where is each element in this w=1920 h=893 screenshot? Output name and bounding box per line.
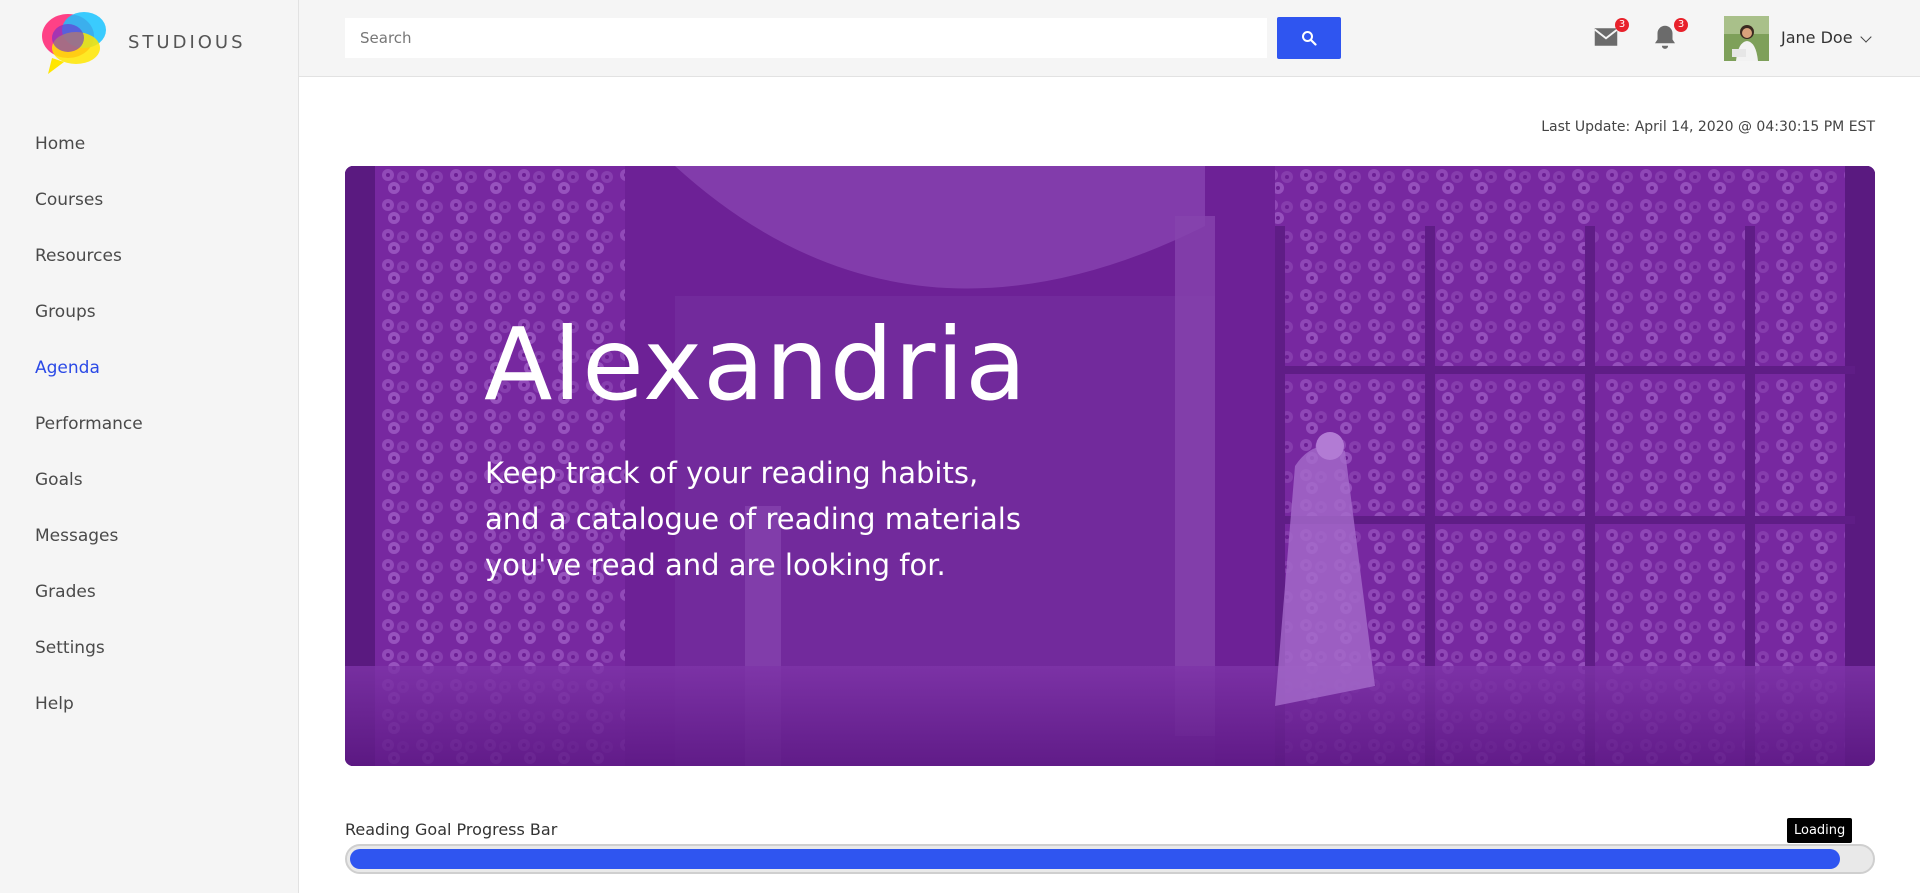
mail-count-badge: 3 xyxy=(1615,18,1629,32)
reading-goal-progress-bar xyxy=(345,844,1875,874)
hero-subtitle-line: you've read and are looking for. xyxy=(485,548,946,582)
sidebar-item-help[interactable]: Help xyxy=(0,684,298,740)
logo[interactable]: STUDIOUS xyxy=(38,8,288,78)
sidebar-item-courses[interactable]: Courses xyxy=(0,180,298,236)
sidebar: STUDIOUS Home Courses Resources Groups Agend… xyxy=(0,0,299,893)
notifications-button[interactable]: 3 xyxy=(1650,18,1688,54)
sidebar-item-settings[interactable]: Settings xyxy=(0,628,298,684)
mail-button[interactable]: 3 xyxy=(1591,18,1629,54)
progress-fill xyxy=(350,849,1840,869)
chevron-down-icon[interactable] xyxy=(1860,31,1872,43)
sidebar-item-resources[interactable]: Resources xyxy=(0,236,298,292)
avatar-image xyxy=(1724,16,1769,61)
avatar[interactable] xyxy=(1724,16,1769,61)
progress-label: Reading Goal Progress Bar xyxy=(345,820,558,839)
hero-subtitle-line: and a catalogue of reading materials xyxy=(485,502,1021,536)
sidebar-item-goals[interactable]: Goals xyxy=(0,460,298,516)
notifications-count-badge: 3 xyxy=(1674,18,1688,32)
sidebar-item-home[interactable]: Home xyxy=(0,124,298,180)
search-button[interactable] xyxy=(1277,17,1341,59)
sidebar-item-performance[interactable]: Performance xyxy=(0,404,298,460)
top-bar: 3 3 Jane Doe xyxy=(299,0,1920,77)
brain-logo-icon xyxy=(42,12,106,74)
hero-banner: Alexandria Keep track of your reading ha… xyxy=(345,166,1875,766)
user-menu[interactable]: Jane Doe xyxy=(1781,28,1853,47)
progress-tooltip: Loading xyxy=(1787,818,1853,843)
hero-subtitle-line: Keep track of your reading habits, xyxy=(485,456,979,490)
sidebar-item-agenda[interactable]: Agenda xyxy=(0,348,298,404)
search-icon xyxy=(1302,31,1317,46)
sidebar-item-groups[interactable]: Groups xyxy=(0,292,298,348)
sidebar-nav: Home Courses Resources Groups Agenda Performa… xyxy=(0,124,298,740)
hero-title: Alexandria xyxy=(484,306,1028,423)
hero-subtitle: Keep track of your reading habits, and a… xyxy=(485,450,1085,588)
sidebar-item-messages[interactable]: Messages xyxy=(0,516,298,572)
sidebar-item-grades[interactable]: Grades xyxy=(0,572,298,628)
brand-name: STUDIOUS xyxy=(128,32,246,53)
search-input[interactable] xyxy=(345,18,1267,58)
last-update-timestamp: Last Update: April 14, 2020 @ 04:30:15 P… xyxy=(1541,119,1875,135)
